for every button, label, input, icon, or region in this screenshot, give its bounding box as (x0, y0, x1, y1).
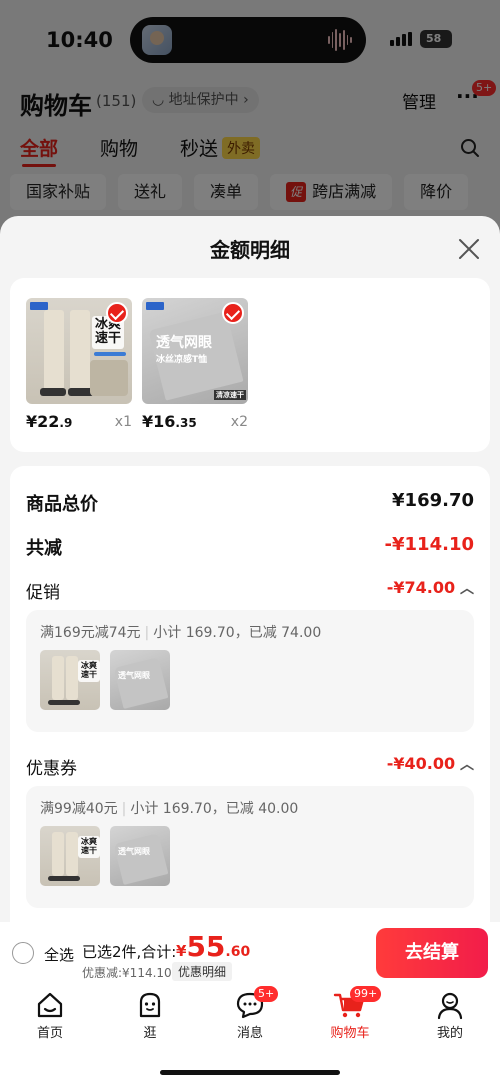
select-all-radio[interactable] (12, 942, 34, 964)
price-int: ¥16 (142, 412, 176, 431)
tshirt-shape (113, 833, 169, 885)
shoes (48, 876, 80, 881)
overlay-line2: 速干 (95, 331, 122, 347)
promo-detail: 小计 169.70，已减 74.00 (153, 625, 322, 641)
checkout-bar: 全选 已选2件,合计: ¥55.60 优惠减:¥114.10 优惠明细 去结算 (0, 922, 500, 986)
product-quantity: x1 (114, 414, 132, 430)
pants-leg-right (66, 832, 78, 876)
overlay-line1: 透气网眼 (156, 335, 212, 351)
tshirt-shape (113, 657, 169, 709)
brand-logo (146, 302, 164, 310)
coupon-thumb-tshirt: 透气网眼 (110, 826, 170, 886)
total-currency: ¥ (176, 942, 187, 960)
thumb-overlay-line2: 速干 (81, 845, 97, 855)
coupon-rule-line: 满99减40元 | 小计 169.70，已减 40.00 (40, 798, 298, 818)
coupon-thumb-pants: 冰爽 速干 (40, 826, 100, 886)
pants-inset (90, 360, 128, 396)
promo-thumb-tshirt: 透气网眼 (110, 650, 170, 710)
promo-rule-line: 满169元减74元 | 小计 169.70，已减 74.00 (40, 622, 321, 642)
divider: | (121, 801, 127, 817)
promo-detail-box: 满169元减74元 | 小计 169.70，已减 74.00 冰爽 速干 透气网眼 (26, 610, 474, 732)
product-item[interactable]: 透气网眼 冰丝凉感T恤 清凉速干 ¥16.35 x2 (142, 298, 248, 431)
reduction-value: -¥114.10 (384, 534, 474, 555)
coupon-value: -¥40.00 (386, 754, 456, 773)
overlay-line3: 清凉速干 (214, 390, 246, 400)
tab-profile[interactable]: 我的 (410, 986, 490, 1041)
price-dec: .35 (175, 416, 197, 430)
product-image-tshirt: 透气网眼 冰丝凉感T恤 清凉速干 (142, 298, 248, 404)
brand-logo (30, 302, 48, 310)
price-int: ¥22 (26, 412, 60, 431)
promo-value: -¥74.00 (386, 578, 456, 597)
tab-messages[interactable]: 消息 5+ (210, 986, 290, 1041)
home-indicator[interactable] (160, 1070, 340, 1075)
thumb-overlay-line1: 冰爽 (81, 661, 97, 670)
chevron-up-icon: ︿ (455, 757, 474, 773)
divider: | (144, 625, 150, 641)
product-price: ¥22.9 (26, 412, 72, 431)
user-icon (437, 992, 463, 1020)
promo-thumb-pants: 冰爽 速干 (40, 650, 100, 710)
overlay-stripe (94, 352, 126, 356)
pants-leg-left (44, 310, 64, 390)
promo-rule: 满169元减74元 (40, 625, 141, 641)
home-icon (37, 992, 63, 1018)
coupon-rule: 满99减40元 (40, 801, 118, 817)
tab-cart[interactable]: 购物车 99+ (310, 986, 390, 1041)
goods-total-label: 商品总价 (26, 494, 98, 515)
messages-badge: 5+ (254, 986, 279, 1002)
pants-leg-left (52, 656, 64, 700)
coupon-label: 优惠券 (26, 759, 77, 779)
selected-products-card: 冰爽 速干 ¥22.9 x1 透气网眼 冰丝凉感T恤 清凉速干 ¥16.35 x… (10, 278, 490, 452)
tab-profile-label: 我的 (436, 1026, 463, 1041)
coupon-toggle[interactable]: -¥40.00 ︿ (387, 754, 474, 774)
thumb-overlay-label: 冰爽 速干 (78, 660, 100, 682)
chevron-up-icon: ︿ (455, 581, 474, 597)
checkout-button[interactable]: 去结算 (376, 928, 488, 978)
thumb-overlay-line1: 透气网眼 (118, 847, 150, 856)
coupon-detail-box: 满99减40元 | 小计 169.70，已减 40.00 冰爽 速干 透气网眼 (26, 786, 474, 908)
total-int: 55 (186, 930, 226, 963)
pants-leg-right (70, 310, 90, 390)
overlay-line2: 冰丝凉感T恤 (156, 355, 208, 365)
checkmark-icon (222, 302, 244, 324)
close-icon[interactable] (456, 236, 482, 262)
thumb-overlay-line1: 冰爽 (81, 837, 97, 846)
checkmark-icon (106, 302, 128, 324)
tab-browse[interactable]: 逛 (110, 986, 190, 1041)
coupon-detail: 小计 169.70，已减 40.00 (130, 801, 299, 817)
selected-count: 已选2件,合计: (82, 943, 177, 961)
tab-browse-label: 逛 (143, 1026, 157, 1041)
discount-detail-link[interactable]: 优惠明细 (172, 962, 233, 981)
thumb-overlay-label: 冰爽 速干 (78, 836, 100, 858)
price-dec: .9 (59, 416, 73, 430)
product-item[interactable]: 冰爽 速干 ¥22.9 x1 (26, 298, 132, 431)
tab-home-label: 首页 (36, 1026, 63, 1041)
thumb-overlay-line2: 速干 (81, 669, 97, 679)
sheet-title: 金额明细 (210, 238, 290, 262)
tab-messages-label: 消息 (236, 1026, 263, 1041)
cart-badge: 99+ (350, 986, 382, 1002)
shoes (48, 700, 80, 705)
thumb-overlay-line1: 透气网眼 (118, 671, 150, 680)
total-dec: .60 (225, 944, 251, 960)
promo-toggle[interactable]: -¥74.00 ︿ (387, 578, 474, 598)
total-price: ¥55.60 (176, 930, 250, 963)
product-price: ¥16.35 (142, 412, 197, 431)
select-all-label[interactable]: 全选 (44, 944, 74, 965)
pants-leg-left (52, 832, 64, 876)
smile-icon (139, 992, 161, 1018)
reduction-label: 共减 (26, 538, 62, 559)
shoe-left (40, 388, 66, 396)
goods-total-value: ¥169.70 (392, 490, 474, 511)
tab-cart-label: 购物车 (330, 1026, 370, 1041)
tab-home[interactable]: 首页 (10, 986, 90, 1041)
pants-leg-right (66, 656, 78, 700)
promo-label: 促销 (26, 583, 60, 603)
discount-summary: 优惠减:¥114.10 (82, 966, 172, 980)
product-image-pants: 冰爽 速干 (26, 298, 132, 404)
product-quantity: x2 (230, 414, 248, 430)
